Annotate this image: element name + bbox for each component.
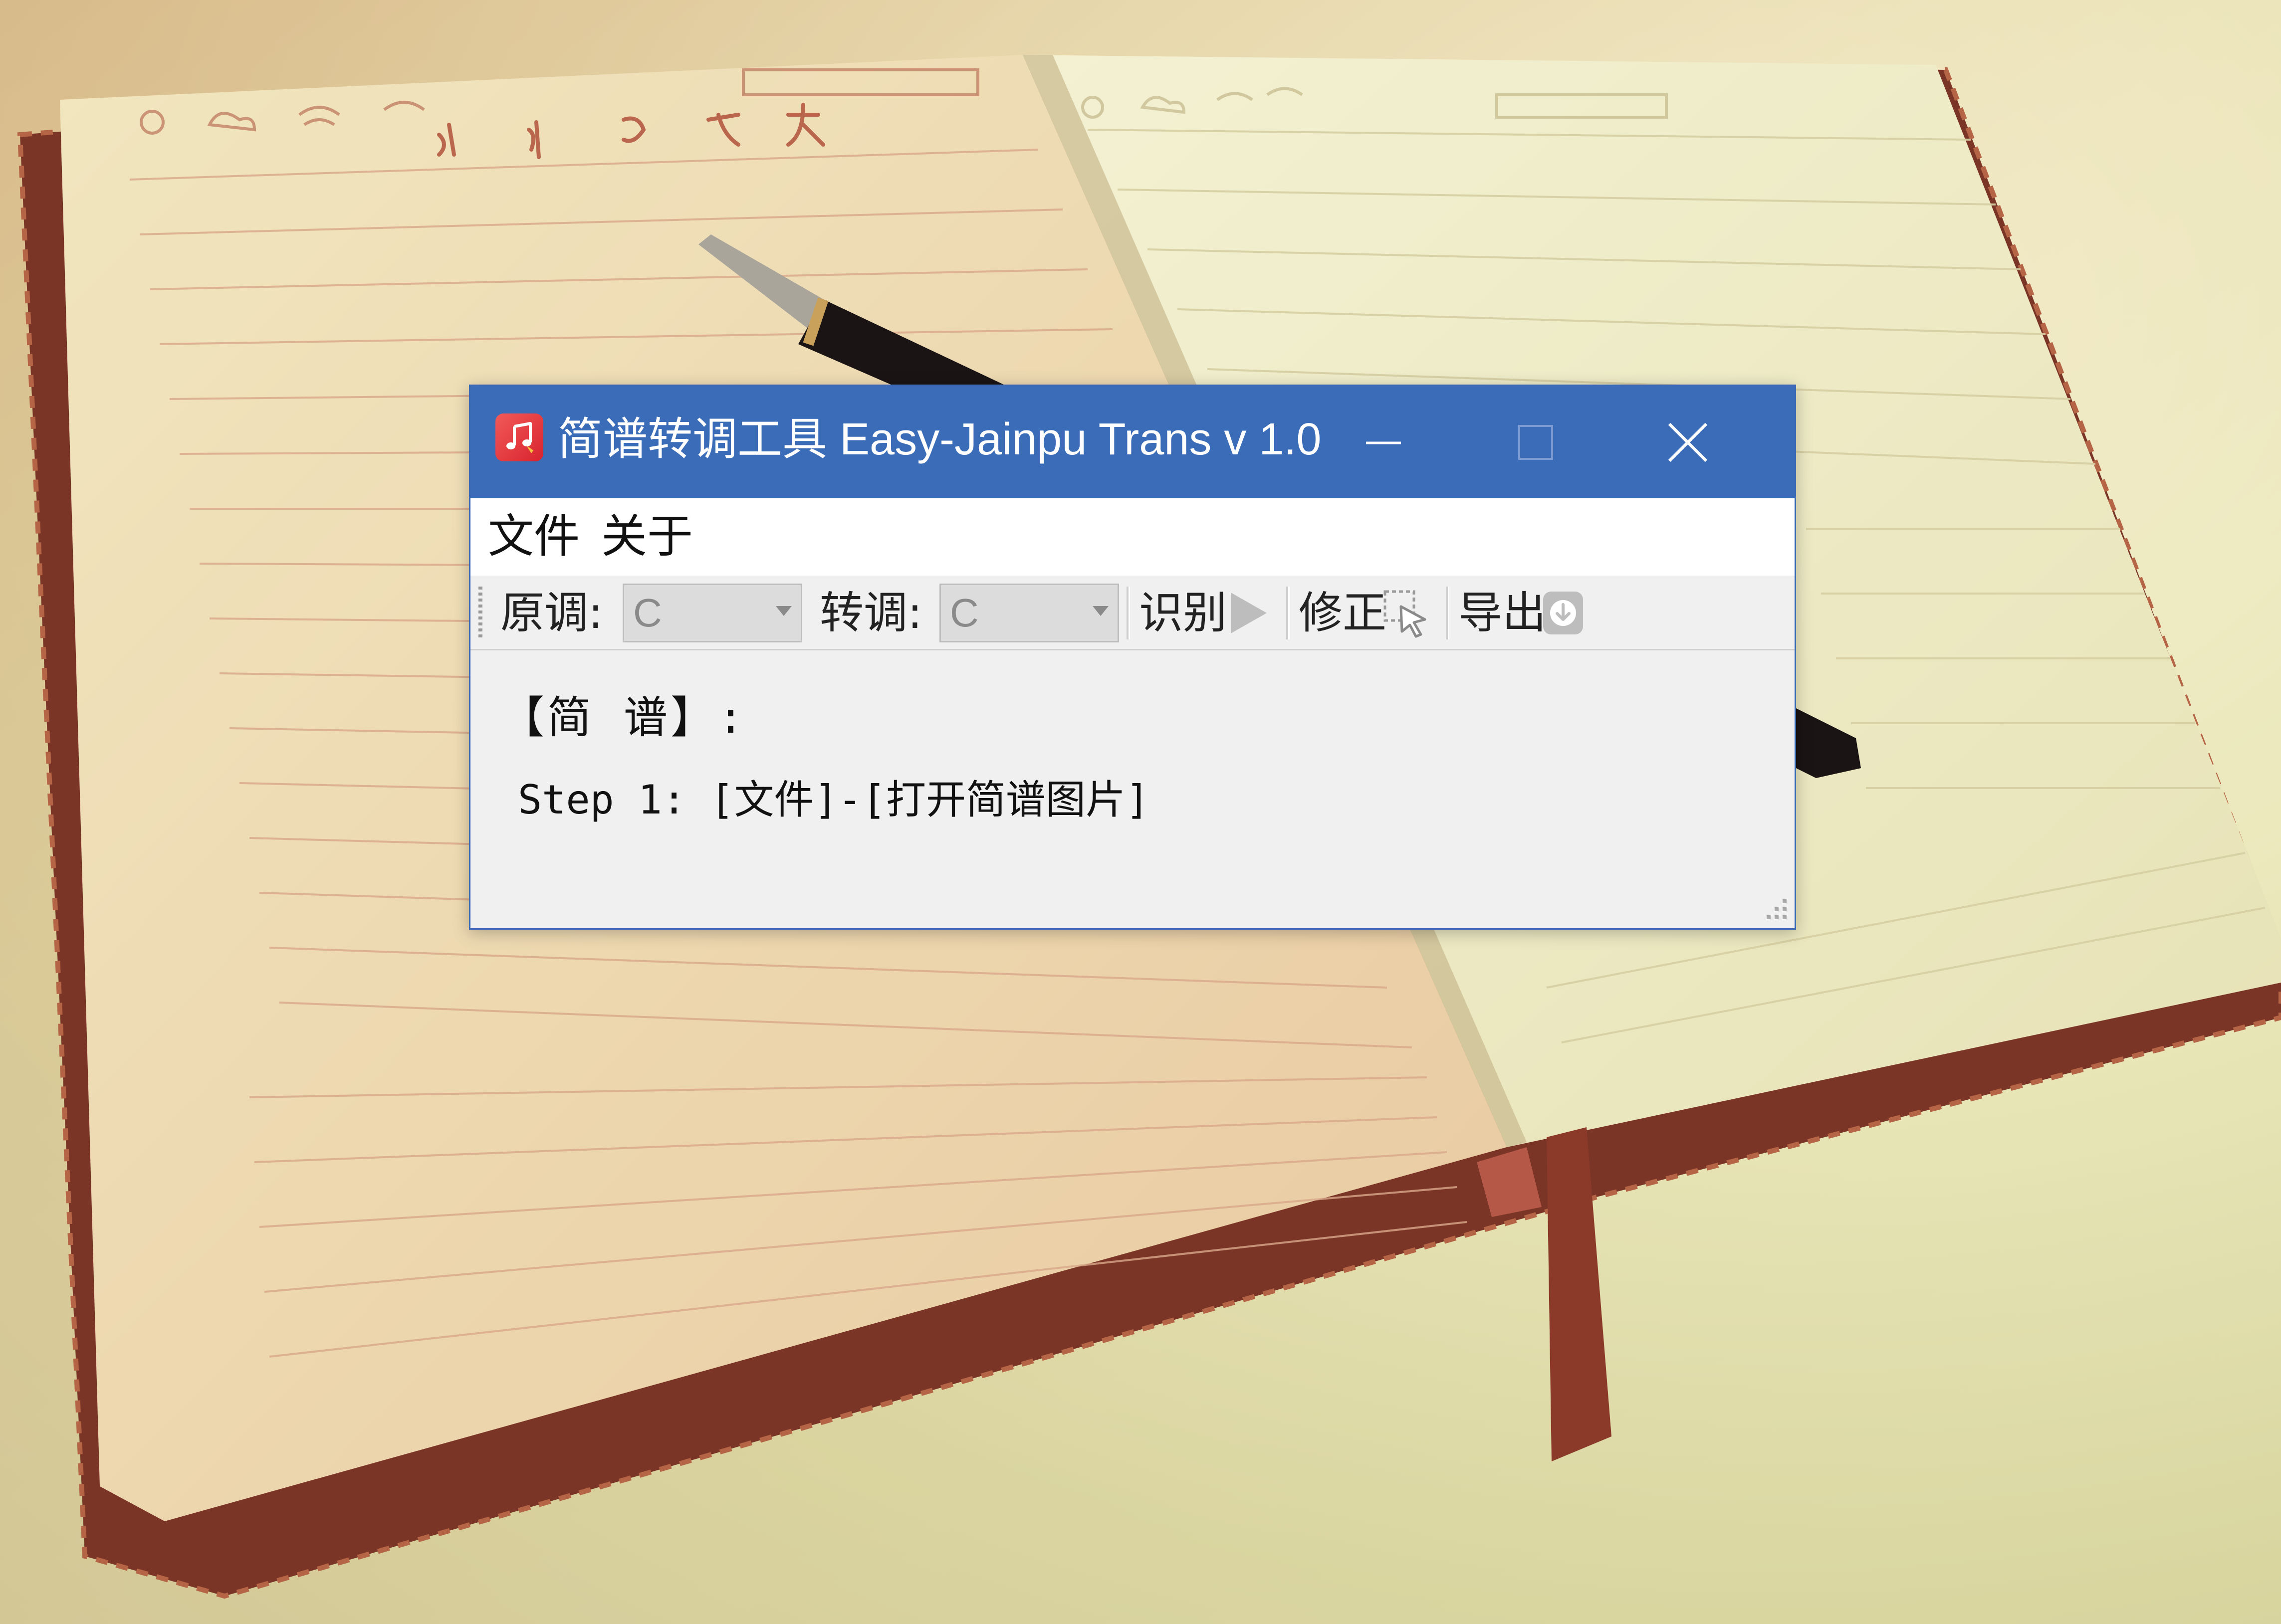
chevron-down-icon: [776, 606, 792, 616]
chevron-down-icon: [1093, 606, 1109, 616]
toolbar: 原调: C 转调: C 识别 修正 导出: [470, 576, 1795, 650]
window-title: 简谱转调工具 Easy-Jainpu Trans v 1.0: [558, 414, 1322, 464]
export-button[interactable]: 导出: [1458, 586, 1546, 640]
toolbar-grip[interactable]: [478, 587, 482, 639]
transpose-key-label: 转调:: [820, 587, 922, 638]
maximize-icon: [1518, 424, 1553, 460]
close-button[interactable]: [1613, 386, 1763, 498]
step-instruction: Step 1: [文件]-[打开简谱图片]: [518, 777, 1150, 823]
play-icon[interactable]: [1224, 587, 1274, 639]
toolbar-separator: [1446, 587, 1449, 639]
correct-button[interactable]: 修正: [1299, 586, 1386, 640]
jianpu-heading: 【简 谱】:: [500, 692, 747, 743]
minimize-button[interactable]: [1309, 386, 1458, 498]
original-key-select[interactable]: C: [623, 584, 802, 642]
original-key-value: C: [633, 591, 662, 635]
music-note-icon: [495, 413, 543, 461]
cursor-select-icon[interactable]: [1381, 587, 1431, 639]
app-window: 简谱转调工具 Easy-Jainpu Trans v 1.0 文件 关于 原调:…: [469, 385, 1796, 930]
maximize-button[interactable]: [1461, 386, 1610, 498]
original-key-label: 原调:: [500, 587, 603, 638]
minimize-icon: [1366, 441, 1401, 444]
toolbar-separator: [1286, 587, 1290, 639]
menu-bar: 文件 关于: [470, 498, 1795, 576]
recognize-button[interactable]: 识别: [1139, 586, 1227, 640]
menu-about[interactable]: 关于: [601, 509, 693, 564]
resize-grip-icon[interactable]: [1760, 894, 1790, 924]
menu-file[interactable]: 文件: [488, 509, 580, 564]
title-bar[interactable]: 简谱转调工具 Easy-Jainpu Trans v 1.0: [470, 386, 1795, 498]
toolbar-separator: [1127, 587, 1130, 639]
transpose-key-value: C: [950, 591, 979, 635]
content-area: 【简 谱】: Step 1: [文件]-[打开简谱图片]: [470, 650, 1795, 928]
close-icon: [1668, 422, 1708, 462]
transpose-key-select[interactable]: C: [939, 584, 1119, 642]
download-icon[interactable]: [1538, 587, 1588, 639]
